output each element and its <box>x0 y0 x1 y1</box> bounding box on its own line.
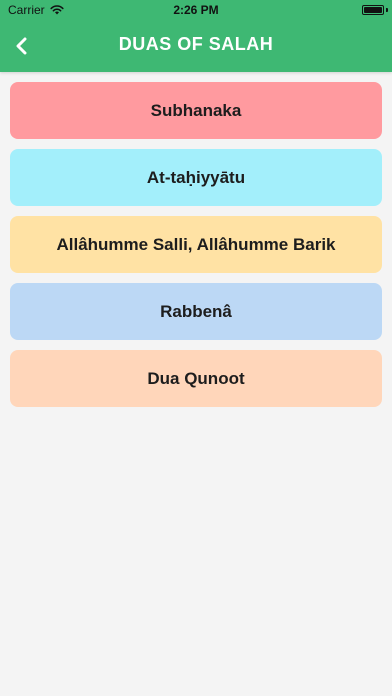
dua-card-at-tahiyyatu[interactable]: At-taḥiyyātu <box>10 149 382 206</box>
dua-card-label: Allâhumme Salli, Allâhumme Barik <box>56 234 336 254</box>
battery-icon <box>362 5 384 15</box>
dua-card-label: Dua Qunoot <box>147 368 245 388</box>
dua-card-subhanaka[interactable]: Subhanaka <box>10 82 382 139</box>
status-bar: Carrier 2:26 PM <box>0 0 392 20</box>
dua-card-salli-barik[interactable]: Allâhumme Salli, Allâhumme Barik <box>10 216 382 273</box>
page-title: DUAS OF SALAH <box>118 34 274 54</box>
dua-card-label: Subhanaka <box>150 100 242 120</box>
status-time: 2:26 PM <box>173 3 219 17</box>
nav-bar: DUAS OF SALAH <box>0 20 392 72</box>
dua-list: Subhanaka At-taḥiyyātu Allâhumme Salli, … <box>10 82 382 417</box>
battery-cap <box>386 8 388 12</box>
dua-card-qunoot[interactable]: Dua Qunoot <box>10 350 382 407</box>
app-header: Carrier 2:26 PM DUAS OF SALAH <box>0 0 392 72</box>
dua-card-label: Rabbenâ <box>160 301 232 321</box>
dua-card-label: At-taḥiyyātu <box>146 167 246 187</box>
dua-card-rabbena[interactable]: Rabbenâ <box>10 283 382 340</box>
